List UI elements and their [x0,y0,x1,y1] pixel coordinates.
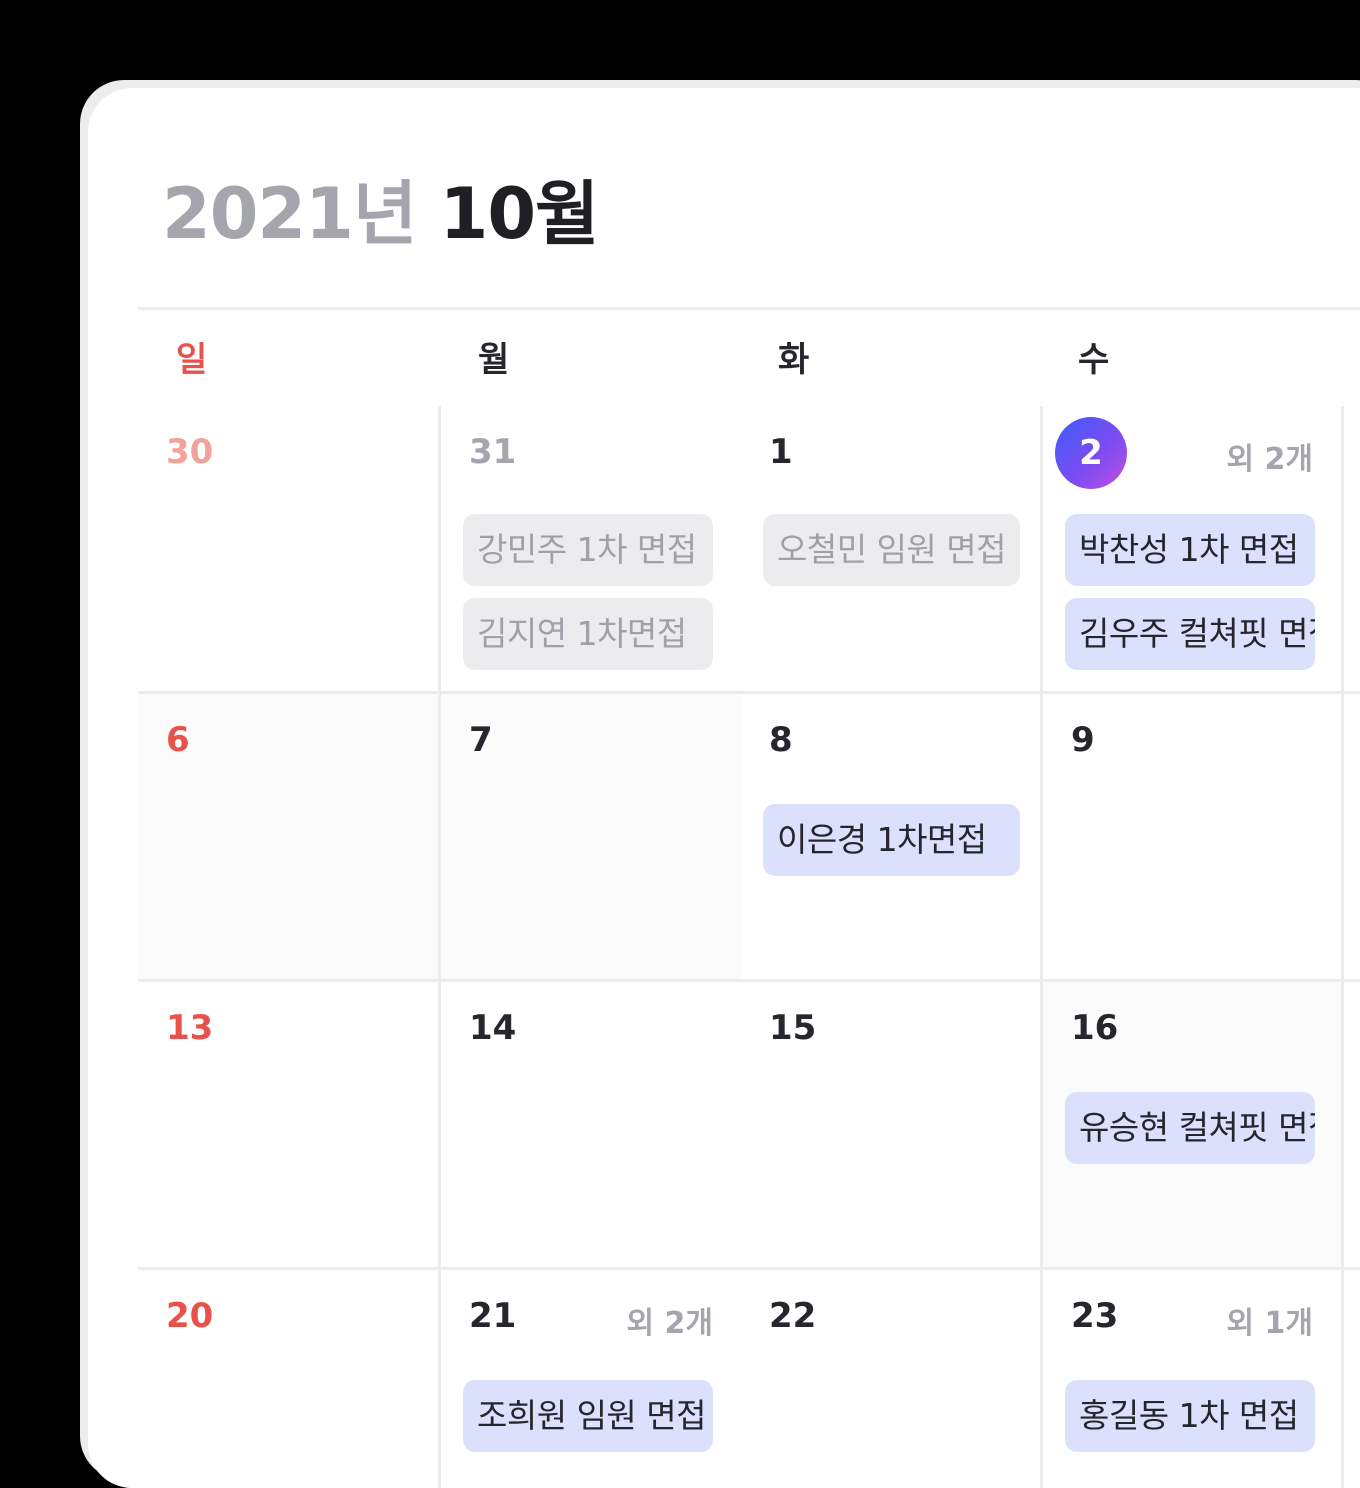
day-cell[interactable] [1344,982,1360,1270]
day-number: 13 [166,1008,214,1048]
day-cell[interactable]: 1 오철민 임원 면접 [741,406,1043,694]
day-cell[interactable]: 21 외 2개 조희원 임원 면접 [441,1270,744,1488]
day-number: 20 [166,1296,214,1336]
day-cell[interactable]: 31 강민주 1차 면접 김지연 1차면접 [441,406,744,694]
title-month: 10월 [439,173,600,255]
day-number: 14 [469,1008,517,1048]
event-chip[interactable]: 강민주 1차 면접 [463,514,713,586]
day-cell[interactable]: 9 [1043,694,1344,982]
day-number: 6 [166,720,190,760]
day-cell[interactable]: 15 [741,982,1043,1270]
day-number: 21 [469,1296,517,1336]
weekday-sun: 일 [176,340,208,380]
day-number: 30 [166,432,214,472]
weekday-mon: 월 [478,340,510,380]
day-number: 15 [769,1008,817,1048]
event-chip[interactable]: 유승현 컬쳐핏 면접 [1065,1092,1315,1164]
day-cell[interactable]: 16 유승현 컬쳐핏 면접 [1043,982,1344,1270]
day-number: 7 [469,720,493,760]
event-chip[interactable]: 홍길동 1차 면접 [1065,1380,1315,1452]
event-chip[interactable]: 이은경 1차면접 [763,804,1020,876]
calendar-title: 2021년 10월 [162,173,600,255]
day-cell[interactable]: 13 [138,982,441,1270]
day-number: 9 [1071,720,1095,760]
day-cell[interactable]: 20 [138,1270,441,1488]
day-number: 22 [769,1296,817,1336]
event-chip[interactable]: 김우주 컬쳐핏 면접 [1065,598,1315,670]
event-chip[interactable]: 조희원 임원 면접 [463,1380,713,1452]
day-cell[interactable]: 7 [441,694,744,982]
day-cell[interactable]: 14 [441,982,744,1270]
day-cell[interactable]: 8 이은경 1차면접 [741,694,1043,982]
day-cell[interactable] [1344,406,1360,694]
weekday-header: 일 월 화 수 [138,307,1360,409]
day-cell[interactable]: 2 외 2개 박찬성 1차 면접 김우주 컬쳐핏 면접 [1043,406,1344,694]
title-year: 2021년 [162,173,417,255]
day-number: 31 [469,432,517,472]
weekday-tue: 화 [778,340,810,380]
day-cell[interactable]: 30 [138,406,441,694]
event-chip[interactable]: 김지연 1차면접 [463,598,713,670]
day-number: 1 [769,432,793,472]
day-cell[interactable]: 23 외 1개 홍길동 1차 면접 [1043,1270,1344,1488]
day-cell[interactable]: 22 [741,1270,1043,1488]
event-chip[interactable]: 박찬성 1차 면접 [1065,514,1315,586]
calendar-card: 2021년 10월 일 월 화 수 30 31 강민주 1차 면접 김지연 1차… [88,88,1360,1488]
day-number: 16 [1071,1008,1119,1048]
day-number: 8 [769,720,793,760]
day-cell[interactable]: 6 [138,694,441,982]
more-events-link[interactable]: 외 1개 [1226,1298,1313,1342]
more-events-link[interactable]: 외 2개 [1226,434,1313,478]
more-events-link[interactable]: 외 2개 [626,1298,713,1342]
today-indicator: 2 [1055,417,1127,489]
weekday-wed: 수 [1078,340,1110,380]
day-cell[interactable] [1344,1270,1360,1488]
day-number: 23 [1071,1296,1119,1336]
day-cell[interactable] [1344,694,1360,982]
event-chip[interactable]: 오철민 임원 면접 [763,514,1020,586]
